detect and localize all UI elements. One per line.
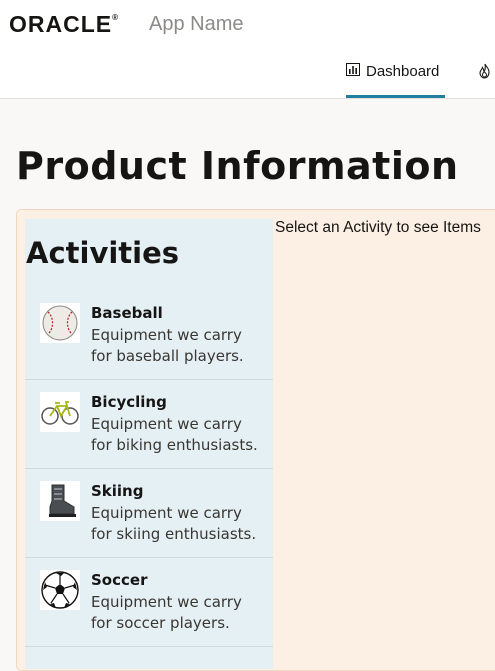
activity-description: Equipment we carry for baseball players.	[91, 326, 244, 365]
activities-list: Baseball Equipment we carry for baseball…	[25, 291, 273, 647]
tab-dashboard[interactable]: Dashboard	[346, 58, 445, 98]
logo-registered-mark: ®	[112, 13, 120, 22]
page-title: Product Information	[16, 144, 459, 188]
logo-text: ORACLE	[9, 11, 113, 37]
app-header: ORACLE® App Name Dashboard	[0, 0, 495, 99]
tab-dashboard-label: Dashboard	[366, 63, 440, 80]
soccer-ball-icon	[40, 570, 80, 610]
activity-name: Skiing	[91, 482, 144, 500]
activity-name: Bicycling	[91, 393, 167, 411]
activity-description: Equipment we carry for skiing enthusiast…	[91, 504, 257, 543]
activity-name: Baseball	[91, 304, 163, 322]
activity-description: Equipment we carry for biking enthusiast…	[91, 415, 258, 454]
select-activity-hint: Select an Activity to see Items	[275, 219, 481, 236]
ski-boot-icon	[40, 481, 80, 521]
oracle-logo[interactable]: ORACLE®	[9, 11, 119, 38]
activity-name: Soccer	[91, 571, 148, 589]
list-item-bicycling[interactable]: Bicycling Equipment we carry for biking …	[25, 380, 273, 469]
list-item-skiing[interactable]: Skiing Equipment we carry for skiing ent…	[25, 469, 273, 558]
activity-description: Equipment we carry for soccer players.	[91, 593, 242, 632]
activities-list-panel: Activities Baseball Equipment we carry f…	[25, 219, 273, 669]
app-name: App Name	[149, 13, 244, 35]
bicycle-icon	[40, 392, 80, 432]
list-item-soccer[interactable]: Soccer Equipment we carry for soccer pla…	[25, 558, 273, 647]
list-item-baseball[interactable]: Baseball Equipment we carry for baseball…	[25, 291, 273, 380]
fire-icon[interactable]	[477, 63, 493, 79]
activities-heading: Activities	[26, 236, 180, 270]
bar-chart-icon	[346, 63, 360, 76]
baseball-icon	[40, 303, 80, 343]
